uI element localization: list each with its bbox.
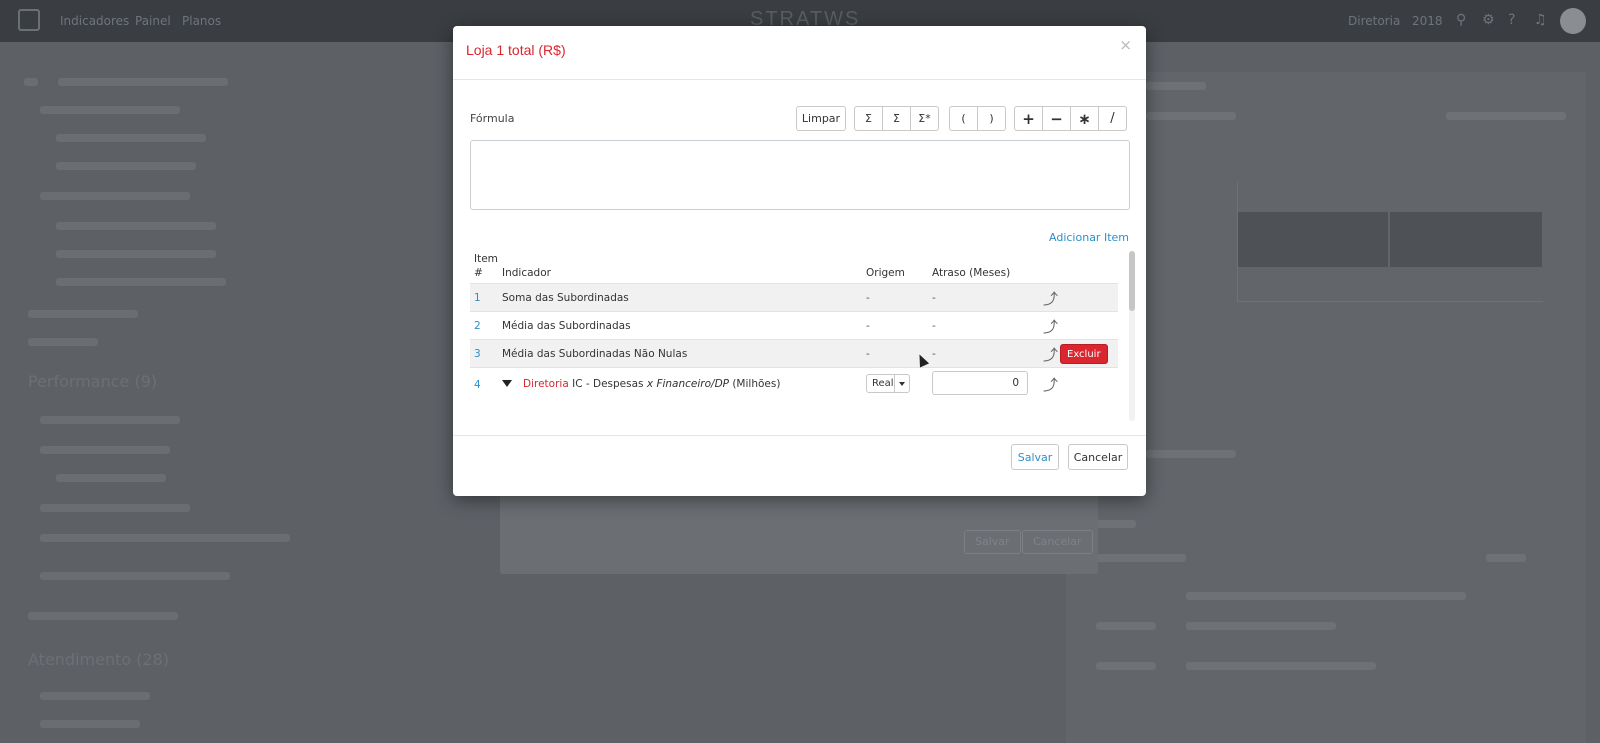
bg-cancel-button: Cancelar <box>1022 530 1093 554</box>
formula-textarea[interactable] <box>470 140 1130 210</box>
delete-button[interactable]: Excluir <box>1060 344 1108 364</box>
open-paren-button[interactable]: ( <box>949 106 978 131</box>
modal-header: Loja 1 total (R$) × <box>453 26 1146 80</box>
nav-painel[interactable]: Painel <box>135 14 171 28</box>
row-delay: - <box>932 292 936 304</box>
multiply-button[interactable]: ∗ <box>1070 106 1099 131</box>
row-number: 2 <box>474 320 481 332</box>
gear-icon[interactable]: ⚙ <box>1482 12 1495 28</box>
row-indicator: Diretoria IC - Despesas x Financeiro/DP … <box>523 378 780 390</box>
row-indicator: Soma das Subordinadas <box>502 292 629 304</box>
header-item: Item <box>474 253 498 265</box>
row-origin: - <box>866 292 870 304</box>
origin-select-value: Real <box>872 378 894 389</box>
cancel-button[interactable]: Cancelar <box>1068 444 1128 470</box>
table-row[interactable]: 2 Média das Subordinadas - - ⤴ <box>470 311 1118 339</box>
row-delay: - <box>932 320 936 332</box>
search-icon[interactable]: ⚲ <box>1456 12 1466 28</box>
nonnull-average-button[interactable]: Σ* <box>910 106 939 131</box>
origin-select[interactable]: Real <box>866 374 910 393</box>
row-number: 3 <box>474 348 481 360</box>
paren-group: ( ) <box>949 106 1006 131</box>
expand-caret-icon[interactable] <box>502 380 512 387</box>
nav-indicadores[interactable]: Indicadores <box>60 14 129 28</box>
modal-title: Loja 1 total (R$) <box>466 42 566 58</box>
header-indicator: Indicador <box>502 267 551 279</box>
close-paren-button[interactable]: ) <box>977 106 1006 131</box>
background-chart <box>1237 182 1543 302</box>
header-item-hash: # <box>474 267 483 279</box>
row-indicator: Média das Subordinadas <box>502 320 631 332</box>
user-avatar[interactable] <box>1560 8 1586 34</box>
save-button[interactable]: Salvar <box>1011 444 1059 470</box>
move-up-icon[interactable]: ⤴ <box>1043 344 1058 365</box>
divide-button[interactable]: / <box>1098 106 1127 131</box>
sum-button[interactable]: Σ <box>854 106 883 131</box>
indicator-name: IC - Despesas <box>572 378 644 390</box>
indicator-target: Financeiro/DP <box>656 378 729 390</box>
scroll-thumb[interactable] <box>1129 251 1135 311</box>
average-button[interactable]: Σ̄ <box>882 106 911 131</box>
delay-input[interactable]: 0 <box>932 371 1028 395</box>
items-table: Item # Indicador Origem Atraso (Meses) 1… <box>470 251 1124 431</box>
formula-modal: Loja 1 total (R$) × Fórmula Limpar Σ Σ̄ … <box>453 26 1146 496</box>
row-number: 4 <box>474 379 481 391</box>
indicator-unit: (Milhões) <box>732 378 781 390</box>
bell-icon[interactable]: ♫ <box>1534 12 1547 28</box>
chevron-down-icon <box>894 375 909 392</box>
table-row[interactable]: 3 Média das Subordinadas Não Nulas - - ⤴… <box>470 339 1118 367</box>
help-icon[interactable]: ? <box>1508 12 1515 28</box>
row-indicator: Média das Subordinadas Não Nulas <box>502 348 688 360</box>
close-icon[interactable]: × <box>1119 36 1132 54</box>
background-sidebar: Performance (9) Atendimento (28) <box>10 70 490 743</box>
operator-group: + − ∗ / <box>1014 106 1127 131</box>
row-delay: - <box>932 348 936 360</box>
formula-label: Fórmula <box>470 112 515 125</box>
row-origin: - <box>866 348 870 360</box>
nav-year[interactable]: 2018 <box>1412 14 1443 28</box>
minus-button[interactable]: − <box>1042 106 1071 131</box>
indicator-x: x <box>646 378 654 390</box>
clear-button[interactable]: Limpar <box>796 106 846 131</box>
bg-save-button: Salvar <box>964 530 1021 554</box>
table-row[interactable]: 4 Diretoria IC - Despesas x Financeiro/D… <box>470 367 1118 401</box>
header-origin: Origem <box>866 267 905 279</box>
background-under-modal: Salvar Cancelar <box>500 490 1098 574</box>
plus-button[interactable]: + <box>1014 106 1043 131</box>
section-performance: Performance (9) <box>28 372 158 391</box>
footer-divider <box>453 435 1146 436</box>
header-delay: Atraso (Meses) <box>932 267 1011 279</box>
indicator-area: Diretoria <box>523 378 569 390</box>
section-atendimento: Atendimento (28) <box>28 650 170 669</box>
sum-group: Σ Σ̄ Σ* <box>854 106 939 131</box>
app-logo <box>18 9 40 31</box>
add-item-link[interactable]: Adicionar Item <box>1049 231 1129 244</box>
table-scrollbar[interactable] <box>1129 251 1135 421</box>
row-number: 1 <box>474 292 481 304</box>
move-up-icon[interactable]: ⤴ <box>1043 316 1058 337</box>
clear-group: Limpar <box>796 106 846 131</box>
move-up-icon[interactable]: ⤴ <box>1043 374 1058 395</box>
nav-diretoria[interactable]: Diretoria <box>1348 14 1400 28</box>
nav-planos[interactable]: Planos <box>182 14 221 28</box>
row-origin: - <box>866 320 870 332</box>
move-up-icon[interactable]: ⤴ <box>1043 288 1058 309</box>
table-row[interactable]: 1 Soma das Subordinadas - - ⤴ <box>470 283 1118 311</box>
